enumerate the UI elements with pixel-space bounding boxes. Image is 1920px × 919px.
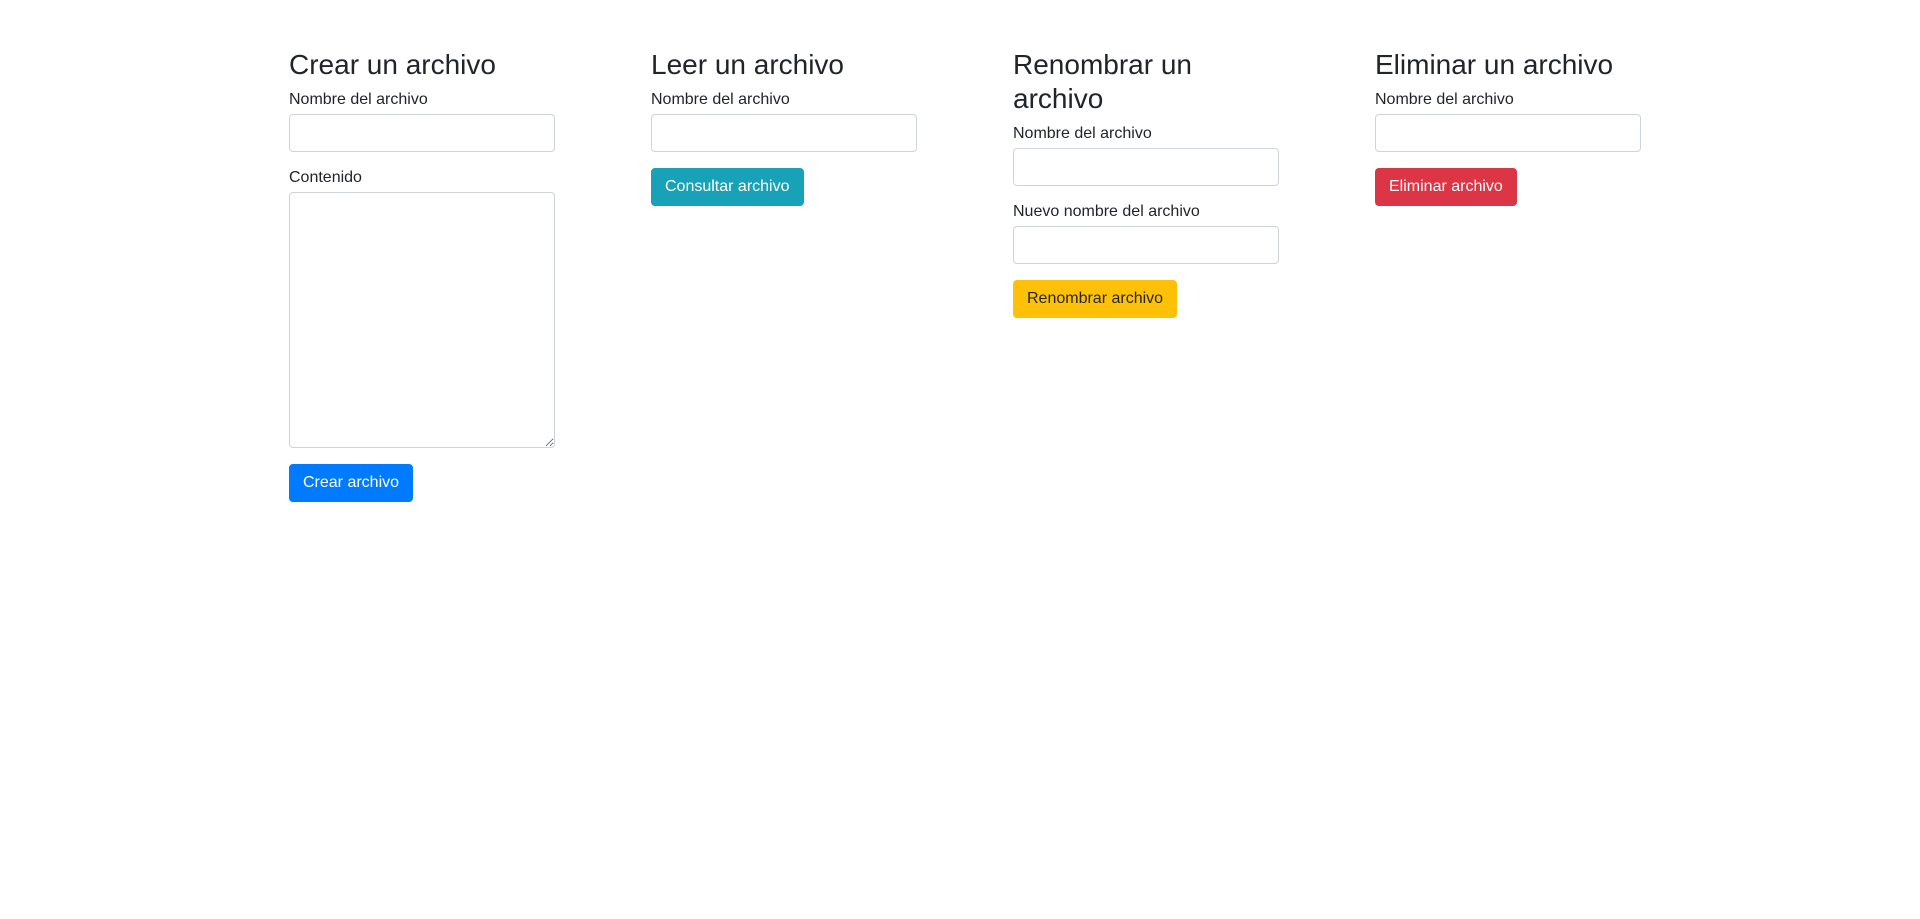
create-file-button[interactable]: Crear archivo [289,464,414,502]
create-filename-label: Nombre del archivo [289,91,428,108]
rename-new-filename-group: Nuevo nombre del archivo [1013,202,1293,264]
delete-filename-group: Nombre del archivo [1375,90,1655,152]
read-filename-group: Nombre del archivo [651,90,931,152]
rename-file-button[interactable]: Renombrar archivo [1013,280,1178,318]
delete-file-button[interactable]: Eliminar archivo [1375,168,1517,206]
create-file-title: Crear un archivo [289,49,496,80]
rename-new-filename-label: Nuevo nombre del archivo [1013,203,1200,220]
delete-file-title: Eliminar un archivo [1375,49,1614,80]
read-file-button[interactable]: Consultar archivo [651,168,804,206]
read-file-title: Leer un archivo [651,49,845,80]
create-content-group: Contenido [289,168,569,448]
create-filename-input[interactable] [289,114,555,152]
rename-filename-label: Nombre del archivo [1013,125,1152,142]
rename-filename-group: Nombre del archivo [1013,124,1293,186]
delete-filename-label: Nombre del archivo [1375,91,1514,108]
rename-new-filename-input[interactable] [1013,226,1279,264]
delete-file-section: Eliminar un archivo Nombre del archivo E… [1375,48,1655,206]
create-content-label: Contenido [289,169,362,186]
rename-file-title: Renombrar un archivo [1013,49,1192,114]
read-filename-input[interactable] [651,114,917,152]
rename-filename-input[interactable] [1013,148,1279,186]
read-filename-label: Nombre del archivo [651,91,790,108]
delete-filename-input[interactable] [1375,114,1641,152]
create-content-textarea[interactable] [289,192,555,448]
create-filename-group: Nombre del archivo [289,90,569,152]
create-file-section: Crear un archivo Nombre del archivo Cont… [289,48,569,502]
rename-file-section: Renombrar un archivo Nombre del archivo … [1013,48,1293,318]
read-file-section: Leer un archivo Nombre del archivo Consu… [651,48,931,206]
